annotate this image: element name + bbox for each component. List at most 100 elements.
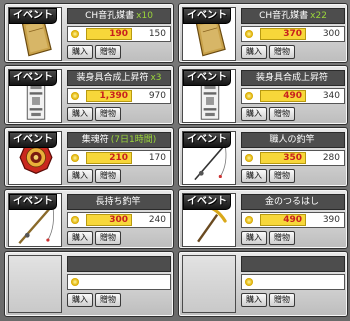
shop-item-card: イベント 長持ち釣竿 300 240 購入 贈物 <box>4 189 174 249</box>
empty-title-bar <box>241 256 345 272</box>
original-price: 340 <box>322 91 340 101</box>
item-title: 集魂符 (7日1時間) <box>67 132 171 148</box>
shop-item-card: イベント 集魂符 (7日1時間) 210 170 購入 贈物 <box>4 127 174 187</box>
empty-thumbnail <box>8 255 62 313</box>
gift-button[interactable]: 贈物 <box>269 231 295 245</box>
gift-button[interactable]: 贈物 <box>269 169 295 183</box>
gift-button[interactable]: 贈物 <box>95 293 121 307</box>
coin-icon <box>245 278 253 286</box>
event-badge: イベント <box>9 132 57 148</box>
sale-price: 210 <box>86 152 132 164</box>
item-title: 職人の釣竿 <box>241 132 345 148</box>
buy-button[interactable]: 購入 <box>241 231 267 245</box>
shop-item-card: イベント CH音孔媒書 x10 190 150 購入 贈物 <box>4 3 174 63</box>
buy-button[interactable]: 購入 <box>67 107 93 121</box>
sale-price: 300 <box>86 214 132 226</box>
item-thumbnail[interactable]: イベント <box>182 131 236 185</box>
original-price: 150 <box>148 29 166 39</box>
shop-item-card: イベント 装身具合成上昇符 x3 1,390 970 購入 贈物 <box>4 65 174 125</box>
sale-price: 490 <box>260 90 306 102</box>
item-title: CH音孔媒書 x22 <box>241 8 345 24</box>
item-name: 集魂符 <box>81 135 109 145</box>
event-badge: イベント <box>9 70 57 86</box>
item-name: 装身具合成上昇符 <box>76 73 149 83</box>
item-qty: x10 <box>136 11 153 21</box>
buy-button[interactable]: 購入 <box>67 293 93 307</box>
original-price: 300 <box>322 29 340 39</box>
sale-price: 1,390 <box>86 90 132 102</box>
item-qty: x22 <box>310 11 327 21</box>
buy-button[interactable]: 購入 <box>241 293 267 307</box>
price-row <box>67 274 171 290</box>
original-price: 390 <box>322 215 340 225</box>
item-title: 長持ち釣竿 <box>67 194 171 210</box>
shop-item-card: イベント 装身具合成上昇符 490 340 購入 贈物 <box>178 65 348 125</box>
gift-button[interactable]: 贈物 <box>95 45 121 59</box>
event-badge: イベント <box>183 132 231 148</box>
item-thumbnail[interactable]: イベント <box>8 69 62 123</box>
buy-button[interactable]: 購入 <box>67 231 93 245</box>
coin-icon <box>245 154 253 162</box>
event-badge: イベント <box>183 8 231 24</box>
sale-price: 350 <box>260 152 306 164</box>
buy-button[interactable]: 購入 <box>241 107 267 121</box>
original-price: 280 <box>322 153 340 163</box>
price-row <box>241 274 345 290</box>
original-price: 240 <box>148 215 166 225</box>
item-title: 金のつるはし <box>241 194 345 210</box>
item-name: 長持ち釣竿 <box>95 197 141 207</box>
event-badge: イベント <box>183 70 231 86</box>
price-row: 1,390 970 <box>67 88 171 104</box>
price-row: 300 240 <box>67 212 171 228</box>
coin-icon <box>245 30 253 38</box>
price-row: 350 280 <box>241 150 345 166</box>
item-title: 装身具合成上昇符 x3 <box>67 70 171 86</box>
price-row: 370 300 <box>241 26 345 42</box>
item-thumbnail[interactable]: イベント <box>182 193 236 247</box>
coin-icon <box>71 30 79 38</box>
empty-shop-slot: 購入 贈物 <box>4 251 174 317</box>
sale-price: 190 <box>86 28 132 40</box>
gift-button[interactable]: 贈物 <box>269 45 295 59</box>
item-name: 金のつるはし <box>264 197 319 207</box>
buy-button[interactable]: 購入 <box>67 169 93 183</box>
price-row: 210 170 <box>67 150 171 166</box>
coin-icon <box>71 278 79 286</box>
item-name: 職人の釣竿 <box>269 135 315 145</box>
gift-button[interactable]: 贈物 <box>95 231 121 245</box>
item-name: 装身具合成上昇符 <box>255 73 328 83</box>
empty-thumbnail <box>182 255 236 313</box>
shop-item-card: イベント 職人の釣竿 350 280 購入 贈物 <box>178 127 348 187</box>
coin-icon <box>245 216 253 224</box>
event-badge: イベント <box>183 194 231 210</box>
gift-button[interactable]: 贈物 <box>95 169 121 183</box>
gift-button[interactable]: 贈物 <box>269 293 295 307</box>
coin-icon <box>71 92 79 100</box>
coin-icon <box>71 154 79 162</box>
item-thumbnail[interactable]: イベント <box>182 7 236 61</box>
original-price: 170 <box>148 153 166 163</box>
gift-button[interactable]: 贈物 <box>95 107 121 121</box>
item-name: CH音孔媒書 <box>259 11 309 21</box>
price-row: 490 340 <box>241 88 345 104</box>
shop-item-card: イベント CH音孔媒書 x22 370 300 購入 贈物 <box>178 3 348 63</box>
buy-button[interactable]: 購入 <box>67 45 93 59</box>
shop-item-card: イベント 金のつるはし 490 390 購入 贈物 <box>178 189 348 249</box>
buy-button[interactable]: 購入 <box>241 45 267 59</box>
item-title: CH音孔媒書 x10 <box>67 8 171 24</box>
item-thumbnail[interactable]: イベント <box>8 7 62 61</box>
item-title: 装身具合成上昇符 <box>241 70 345 86</box>
coin-icon <box>245 92 253 100</box>
item-qty: x3 <box>150 73 162 83</box>
price-row: 190 150 <box>67 26 171 42</box>
item-thumbnail[interactable]: イベント <box>182 69 236 123</box>
price-row: 490 390 <box>241 212 345 228</box>
gift-button[interactable]: 贈物 <box>269 107 295 121</box>
buy-button[interactable]: 購入 <box>241 169 267 183</box>
shop-grid: イベント CH音孔媒書 x10 190 150 購入 贈物 イベント CH音孔媒… <box>0 0 350 321</box>
item-qty: (7日1時間) <box>110 135 157 145</box>
item-thumbnail[interactable]: イベント <box>8 131 62 185</box>
empty-title-bar <box>67 256 171 272</box>
event-badge: イベント <box>9 194 57 210</box>
item-thumbnail[interactable]: イベント <box>8 193 62 247</box>
